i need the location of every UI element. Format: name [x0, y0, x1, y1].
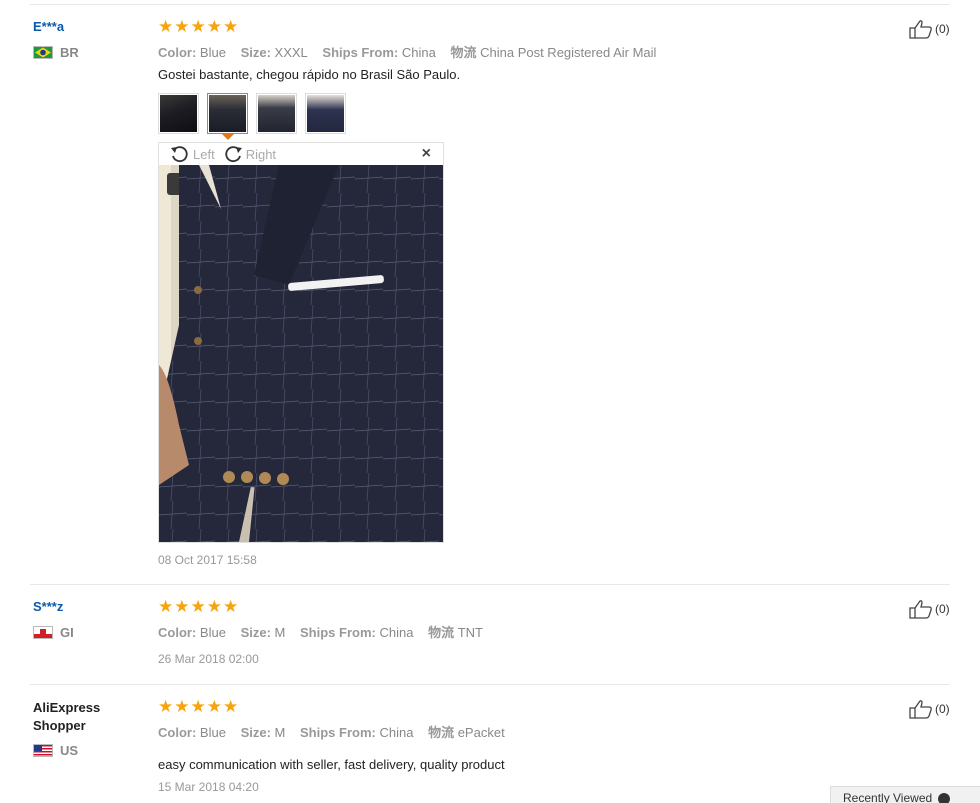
photo-thumbnail[interactable]: [256, 93, 297, 134]
photo-thumbnail[interactable]: [305, 93, 346, 134]
logistics-value: China Post Registered Air Mail: [480, 45, 657, 60]
helpful-button[interactable]: (0): [909, 19, 950, 39]
rating-stars: ★ ★ ★ ★ ★: [158, 697, 239, 716]
star-icon: ★: [190, 17, 206, 36]
star-icon: ★: [158, 17, 174, 36]
order-attributes: Color: Blue Size: M Ships From: China 物流…: [158, 622, 483, 641]
review-text: easy communication with seller, fast del…: [158, 757, 505, 772]
rotate-left-label: Left: [193, 146, 215, 162]
helpful-count: (0): [935, 22, 950, 36]
rating-stars: ★ ★ ★ ★ ★: [158, 17, 239, 36]
photo-thumbnail-active[interactable]: [207, 93, 248, 134]
star-icon: ★: [174, 597, 190, 616]
country-code: BR: [60, 45, 79, 60]
logistics-label: 物流: [428, 725, 455, 740]
review-photo-thumbnails: [158, 93, 346, 134]
ships-from-label: Ships From:: [300, 725, 376, 740]
logistics-label: 物流: [428, 625, 455, 640]
star-icon: ★: [174, 697, 190, 716]
thumbs-up-icon: [909, 600, 932, 619]
order-attributes: Color: Blue Size: XXXL Ships From: China…: [158, 42, 656, 61]
reviewer-name: AliExpress Shopper: [33, 700, 101, 733]
logistics-value: TNT: [457, 625, 483, 640]
star-icon: ★: [206, 17, 222, 36]
color-value: Blue: [199, 45, 226, 60]
star-icon: ★: [174, 17, 190, 36]
reviewer-name[interactable]: E***a: [33, 19, 64, 34]
top-divider: [30, 4, 950, 5]
brazil-flag-icon: [33, 46, 53, 59]
recently-viewed-label: Recently Viewed: [843, 791, 933, 803]
photo-thumbnail[interactable]: [158, 93, 199, 134]
review-date: 15 Mar 2018 04:20: [158, 780, 259, 794]
helpful-button[interactable]: (0): [909, 699, 950, 719]
reviewer-country: GI: [33, 625, 74, 640]
reviewer-country: BR: [33, 45, 79, 60]
ships-from-value: China: [379, 625, 414, 640]
review-divider: [30, 684, 950, 685]
size-value: M: [274, 625, 286, 640]
logistics-value: ePacket: [457, 725, 505, 740]
close-viewer-button[interactable]: ×: [422, 145, 431, 163]
thumbs-up-icon: [909, 20, 932, 39]
chevron-up-icon: [938, 792, 951, 803]
star-icon: ★: [158, 597, 174, 616]
logistics-label: 物流: [450, 45, 477, 60]
active-thumbnail-caret: [222, 134, 234, 140]
star-icon: ★: [190, 697, 206, 716]
star-icon: ★: [223, 697, 239, 716]
ships-from-label: Ships From:: [300, 625, 376, 640]
review-photo-large: [159, 165, 443, 542]
star-icon: ★: [206, 697, 222, 716]
size-label: Size:: [240, 45, 271, 60]
reviewer-name[interactable]: S***z: [33, 599, 63, 614]
helpful-button[interactable]: (0): [909, 599, 950, 619]
helpful-count: (0): [935, 702, 950, 716]
rating-stars: ★ ★ ★ ★ ★: [158, 597, 239, 616]
color-label: Color:: [158, 725, 197, 740]
size-value: M: [274, 725, 286, 740]
color-label: Color:: [158, 625, 197, 640]
reviewer-country: US: [33, 743, 78, 758]
photo-viewer-toolbar: Left Right ×: [159, 143, 443, 165]
star-icon: ★: [223, 597, 239, 616]
rotate-right-button[interactable]: Right: [223, 145, 276, 163]
star-icon: ★: [206, 597, 222, 616]
suit-photo-image: [159, 165, 443, 542]
photo-viewer: Left Right ×: [158, 142, 444, 543]
color-value: Blue: [199, 725, 226, 740]
review-divider: [30, 584, 950, 585]
review-date: 26 Mar 2018 02:00: [158, 652, 259, 666]
star-icon: ★: [158, 697, 174, 716]
rotate-left-icon: [171, 146, 188, 163]
star-icon: ★: [190, 597, 206, 616]
rotate-left-button[interactable]: Left: [170, 145, 215, 163]
star-icon: ★: [223, 17, 239, 36]
size-value: XXXL: [274, 45, 308, 60]
thumbs-up-icon: [909, 700, 932, 719]
rotate-right-label: Right: [245, 146, 277, 162]
ships-from-value: China: [401, 45, 436, 60]
size-label: Size:: [240, 625, 271, 640]
helpful-count: (0): [935, 602, 950, 616]
recently-viewed-tab[interactable]: Recently Viewed: [830, 786, 980, 803]
order-attributes: Color: Blue Size: M Ships From: China 物流…: [158, 722, 505, 741]
usa-flag-icon: [33, 744, 53, 757]
country-code: US: [60, 743, 79, 758]
rotate-right-icon: [225, 146, 242, 163]
gibraltar-flag-icon: [33, 626, 53, 639]
review-text: Gostei bastante, chegou rápido no Brasil…: [158, 67, 461, 82]
size-label: Size:: [240, 725, 271, 740]
ships-from-value: China: [379, 725, 414, 740]
color-value: Blue: [199, 625, 226, 640]
country-code: GI: [60, 625, 74, 640]
review-date: 08 Oct 2017 15:58: [158, 553, 257, 567]
ships-from-label: Ships From:: [322, 45, 399, 60]
color-label: Color:: [158, 45, 197, 60]
